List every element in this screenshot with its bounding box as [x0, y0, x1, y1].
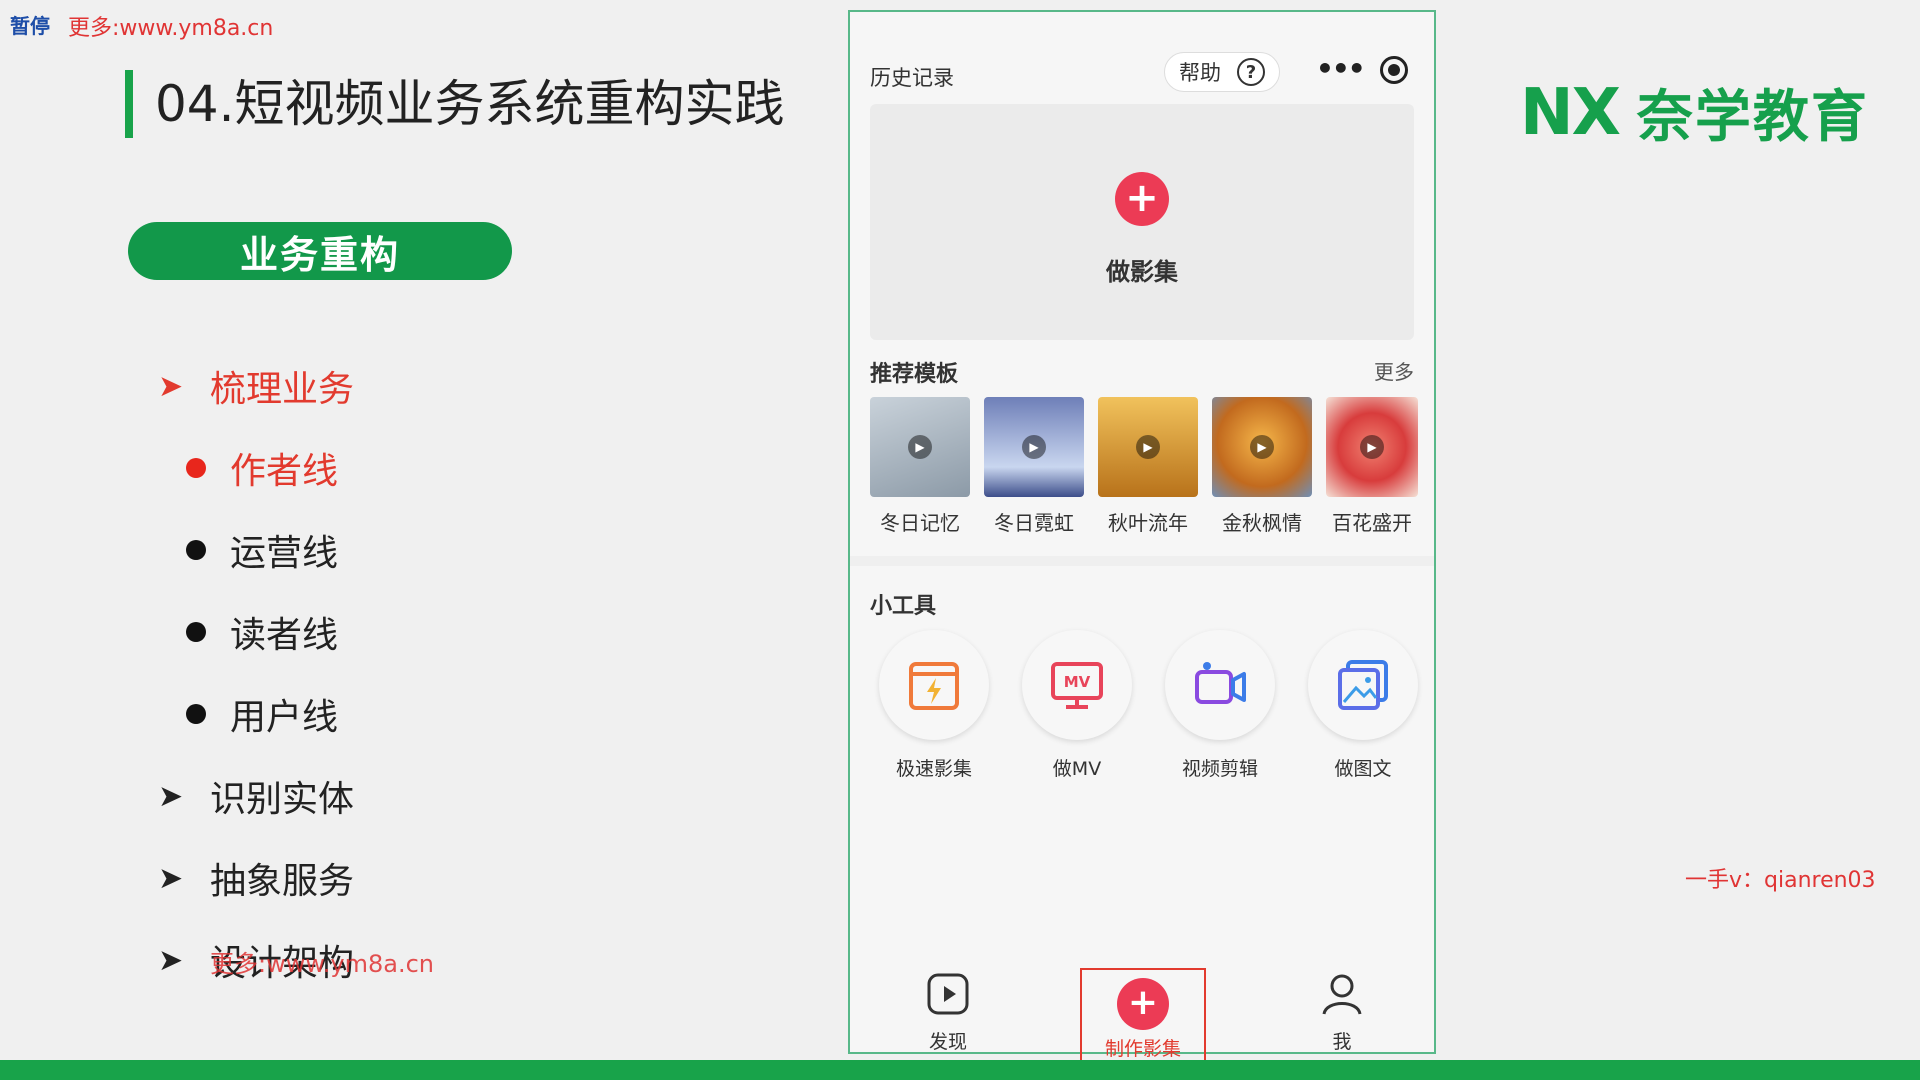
dot-bullet-icon: [186, 704, 206, 724]
brand: NX 奈学教育: [1520, 72, 1869, 153]
template-thumbnail: ▶: [870, 397, 970, 497]
dot-bullet-icon: [186, 622, 206, 642]
play-square-icon: [927, 973, 969, 1015]
play-icon: ▶: [1022, 435, 1046, 459]
title-accent-bar: [125, 70, 133, 138]
arrow-bullet-icon: ➤: [158, 778, 184, 814]
tab-make-album[interactable]: + 制作影集: [1080, 968, 1206, 1062]
template-label: 百花盛开: [1332, 511, 1412, 535]
template-thumbnail: ▶: [984, 397, 1084, 497]
svg-text:MV: MV: [1064, 673, 1091, 691]
brand-name: 奈学教育: [1636, 85, 1869, 150]
tool-make-mv[interactable]: MV 做MV: [1017, 630, 1137, 781]
template-label: 金秋枫情: [1222, 511, 1302, 535]
tool-label: 做MV: [1052, 758, 1102, 780]
play-icon: ▶: [1360, 435, 1384, 459]
help-label: 帮助: [1179, 61, 1221, 85]
template-card[interactable]: ▶ 冬日霓虹: [984, 397, 1084, 536]
tool-quick-album[interactable]: 极速影集: [874, 630, 994, 781]
tab-label: 我: [1332, 1031, 1352, 1053]
template-card[interactable]: ▶ 金秋枫情: [1212, 397, 1312, 536]
camera-icon: [1195, 662, 1246, 704]
arrow-bullet-icon: ➤: [158, 942, 184, 978]
outline-item-4: 读者线: [186, 606, 338, 658]
template-thumbnail: ▶: [1326, 397, 1418, 497]
question-icon: ?: [1237, 58, 1265, 86]
tool-video-edit[interactable]: 视频剪辑: [1160, 630, 1280, 781]
tab-label: 发现: [928, 1031, 967, 1053]
outline-label: 读者线: [230, 615, 339, 656]
plus-icon: +: [1117, 978, 1169, 1030]
outline-label: 识别实体: [210, 779, 355, 820]
templates-more-link[interactable]: 更多: [1374, 356, 1414, 385]
tool-icon-circle: [879, 630, 989, 740]
more-options-icon[interactable]: •••: [1316, 52, 1366, 85]
dot-bullet-icon: [186, 540, 206, 560]
dot-bullet-icon: [186, 458, 206, 478]
section-pill: 业务重构: [128, 222, 512, 280]
footer-bar: [0, 1060, 1920, 1080]
template-thumbnail: ▶: [1098, 397, 1198, 497]
tools-title: 小工具: [870, 594, 937, 619]
outline-label: 运营线: [230, 533, 339, 574]
template-card[interactable]: ▶ 冬日记忆: [870, 397, 970, 536]
mv-monitor-icon: MV: [1051, 662, 1103, 709]
tab-label: 制作影集: [1104, 1038, 1181, 1060]
outline-item-3: 运营线: [186, 524, 338, 576]
pause-watermark: 暂停: [10, 14, 50, 38]
template-label: 冬日记忆: [880, 511, 960, 535]
contact-watermark: 一手v：qianren03: [1685, 868, 1876, 893]
history-link[interactable]: 历史记录: [870, 62, 954, 92]
record-target-icon[interactable]: [1380, 56, 1408, 84]
outline-label: 梳理业务: [210, 369, 355, 410]
outline-label: 作者线: [230, 451, 339, 492]
template-label: 秋叶流年: [1108, 511, 1188, 535]
tab-discover[interactable]: 发现: [888, 972, 1008, 1054]
site-watermark-bottom: 更多:www.ym8a.cn: [210, 950, 434, 978]
outline-item-1: ➤ 梳理业务: [158, 360, 354, 412]
outline-item-5: 用户线: [186, 688, 338, 740]
arrow-bullet-icon: ➤: [158, 860, 184, 896]
site-watermark: 更多:www.ym8a.cn: [68, 16, 274, 41]
image-text-icon: [1338, 660, 1388, 710]
outline-item-6: ➤ 识别实体: [158, 770, 354, 822]
tool-image-text[interactable]: 做图文: [1303, 630, 1423, 781]
lightning-photo-icon: [909, 662, 959, 710]
tool-icon-circle: [1308, 630, 1418, 740]
tab-me[interactable]: 我: [1282, 972, 1402, 1054]
tool-label: 做图文: [1334, 758, 1392, 780]
outline-item-7: ➤ 抽象服务: [158, 852, 354, 904]
user-icon: [1322, 974, 1362, 1015]
tool-icon-circle: [1165, 630, 1275, 740]
outline-label: 用户线: [230, 697, 339, 738]
tool-icon-circle: MV: [1022, 630, 1132, 740]
create-album-label: 做影集: [1106, 258, 1178, 286]
help-button[interactable]: 帮助 ?: [1164, 52, 1280, 92]
phone-screen: 历史记录 帮助 ? ••• + 做影集 推荐模板 更多 ▶ 冬日记忆 ▶ 冬日霓…: [848, 10, 1436, 1062]
plus-icon: +: [1115, 172, 1169, 226]
play-icon: ▶: [908, 435, 932, 459]
arrow-bullet-icon: ➤: [158, 368, 184, 404]
play-icon: ▶: [1136, 435, 1160, 459]
template-label: 冬日霓虹: [994, 511, 1074, 535]
outline-label: 抽象服务: [210, 861, 355, 902]
brand-logo: NX: [1520, 75, 1621, 150]
template-card[interactable]: ▶ 秋叶流年: [1098, 397, 1198, 536]
tool-label: 视频剪辑: [1181, 758, 1258, 780]
create-album-card[interactable]: + 做影集: [870, 104, 1414, 340]
templates-title: 推荐模板: [870, 362, 959, 387]
tool-label: 极速影集: [895, 758, 972, 780]
slide-title: 04.短视频业务系统重构实践: [155, 75, 785, 133]
outline-item-2: 作者线: [186, 442, 338, 494]
template-thumbnail: ▶: [1212, 397, 1312, 497]
play-icon: ▶: [1250, 435, 1274, 459]
section-divider: [850, 556, 1434, 566]
template-card[interactable]: ▶ 百花盛开: [1326, 397, 1418, 536]
